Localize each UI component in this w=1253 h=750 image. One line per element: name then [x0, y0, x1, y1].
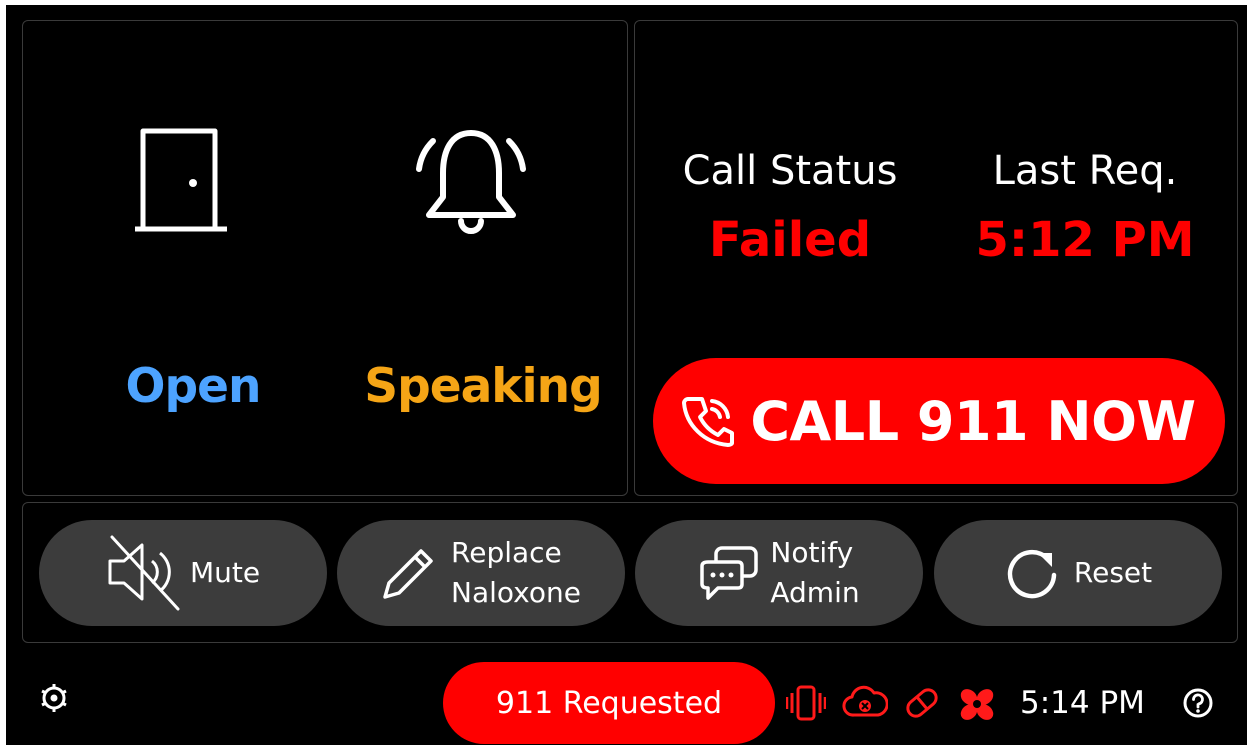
settings-icon[interactable]	[39, 683, 69, 713]
911-requested-badge: 911 Requested	[443, 662, 775, 744]
mute-button[interactable]: Mute	[39, 520, 327, 626]
call-panel: Call Status Failed Last Req. 5:12 PM CAL…	[634, 20, 1238, 496]
kiosk-screen: Open Speaking Call Status Failed Last Re…	[6, 5, 1247, 745]
reset-icon	[1007, 549, 1057, 599]
alarm-status-label: Speaking	[364, 359, 603, 414]
phone-icon	[682, 397, 735, 447]
door-status-label: Open	[125, 359, 262, 414]
reset-button[interactable]: Reset	[934, 520, 1222, 626]
notify-admin-button[interactable]: Notify Admin	[635, 520, 923, 626]
call-911-button-label: CALL 911 NOW	[750, 389, 1196, 453]
last-request-value: 5:12 PM	[975, 212, 1195, 268]
call-911-button[interactable]: CALL 911 NOW	[653, 358, 1225, 484]
status-bar: 911 Requested 5:14 PM	[6, 645, 1247, 745]
replace-naloxone-button[interactable]: Replace Naloxone	[337, 520, 625, 626]
chat-bubbles-icon	[700, 546, 759, 600]
mute-icon	[108, 535, 180, 611]
reset-button-label: Reset	[1073, 556, 1153, 589]
fan-icon	[960, 689, 994, 720]
pencil-icon	[383, 549, 433, 599]
actions-panel: Mute Replace Naloxone Notify Admin Reset	[22, 502, 1238, 643]
bell-ringing-icon	[416, 130, 526, 234]
call-status-title: Call Status	[682, 148, 898, 194]
cloud-error-icon	[842, 685, 888, 717]
mute-button-label: Mute	[189, 556, 261, 589]
call-status-value: Failed	[708, 212, 872, 268]
door-icon	[135, 128, 227, 232]
status-panel: Open Speaking	[22, 20, 628, 496]
replace-naloxone-button-label: Replace Naloxone	[451, 536, 581, 609]
vibrate-icon	[786, 685, 826, 721]
pill-icon	[906, 688, 938, 718]
help-icon[interactable]	[1182, 687, 1214, 719]
notify-admin-button-label: Notify Admin	[770, 536, 860, 609]
clock: 5:14 PM	[1020, 685, 1145, 721]
last-request-title: Last Req.	[992, 148, 1178, 194]
